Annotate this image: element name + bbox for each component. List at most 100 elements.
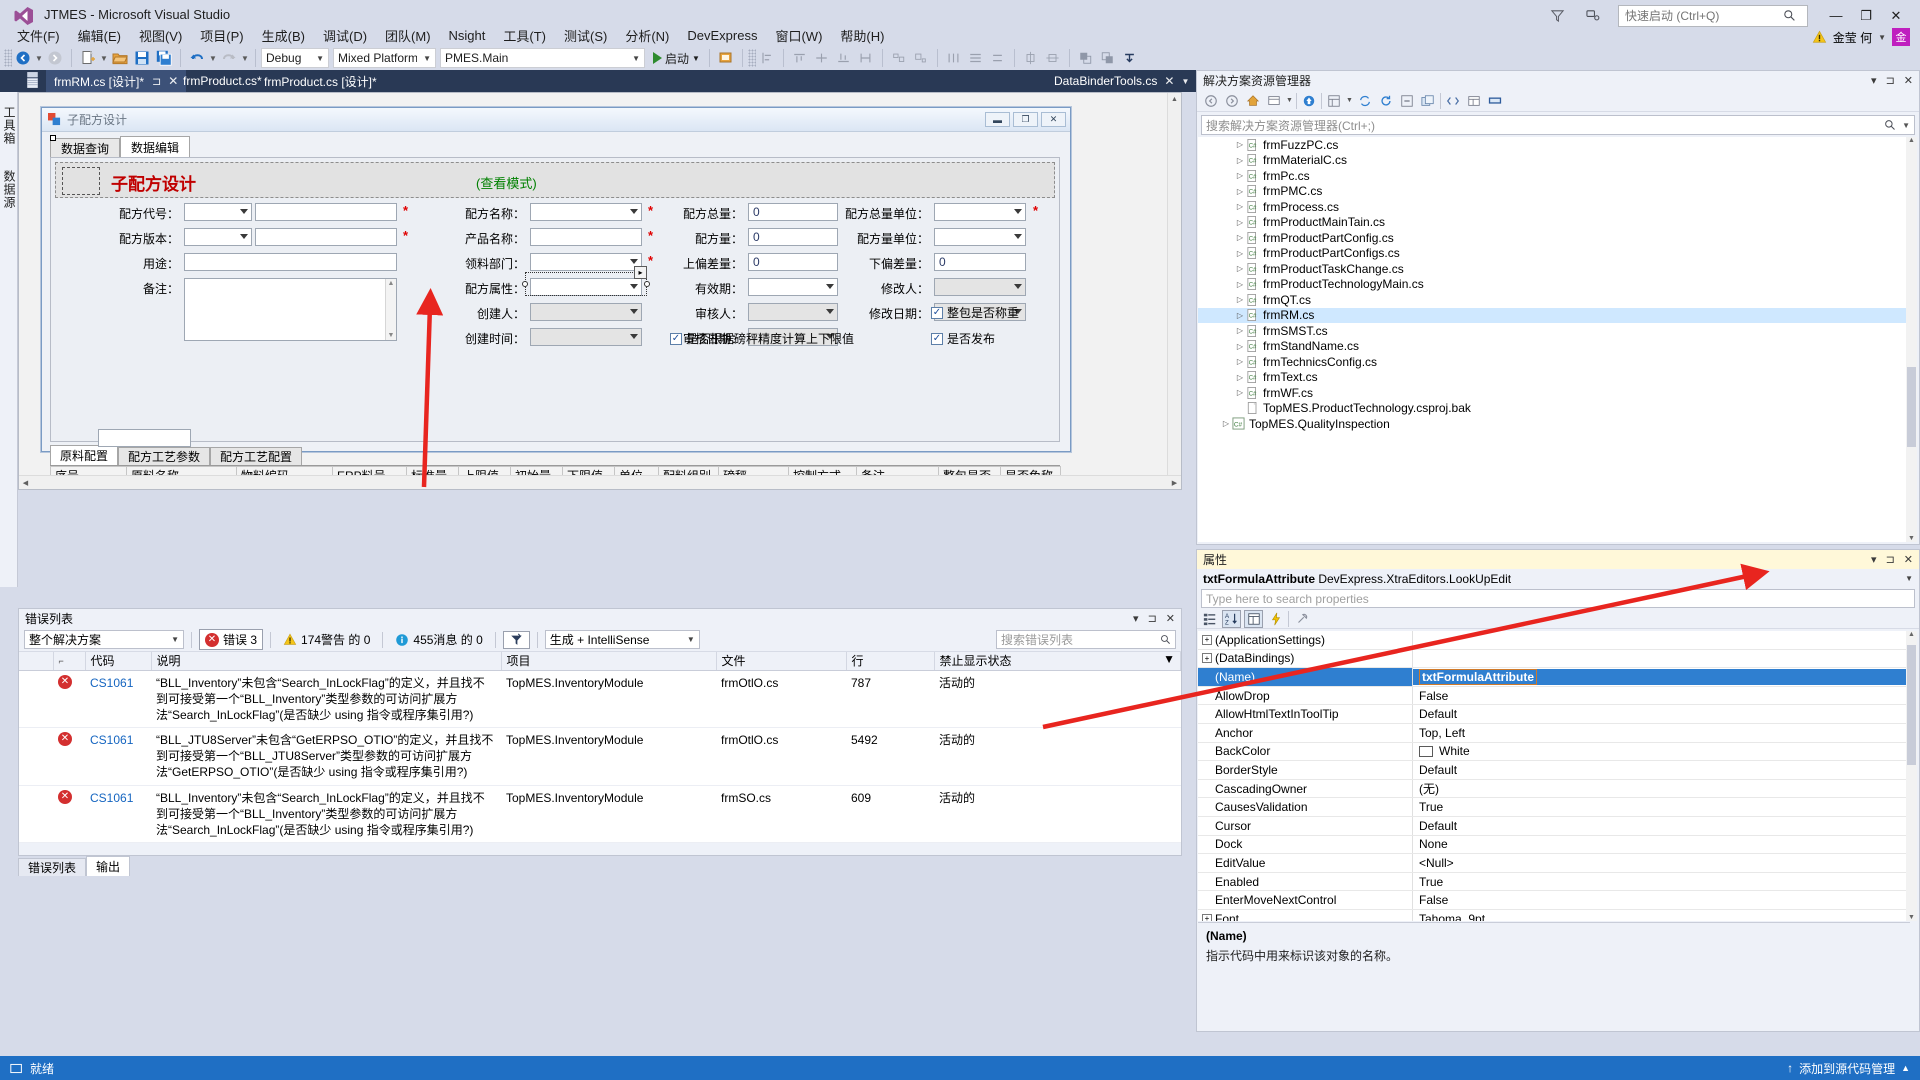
expander-icon[interactable]: + [1202,653,1212,664]
error-col-description[interactable]: 说明 [151,652,502,671]
properties-object-selector[interactable]: txtFormulaAttribute DevExpress.XtraEdito… [1197,569,1919,588]
expander-icon[interactable]: ▷ [1220,419,1232,428]
input-formula-version-text[interactable] [255,228,397,246]
pin-icon[interactable]: ⊐ [1148,612,1157,625]
minimize-button[interactable]: — [1822,4,1850,28]
checkbox-calc-by-scale-precision[interactable]: ✓ 是否根据磅秤精度计算上下限值 [670,330,854,347]
status-right[interactable]: ↑ 添加到源代码管理 ▲ [1787,1060,1910,1077]
input-total-quantity[interactable]: 0 [748,203,838,221]
input-remark-textarea[interactable]: ▲ ▼ [184,278,397,341]
property-row-anchor[interactable]: Anchor Top, Left [1198,723,1910,743]
input-upper-tolerance[interactable]: 0 [748,253,838,271]
undo-icon[interactable] [186,48,208,68]
smart-tag-glyph[interactable]: ▸ [634,266,647,279]
document-tab-databindertools[interactable]: DataBinderTools.cs ✕ ▼ [1046,70,1197,92]
table-row[interactable]: ✕ CS1061 “BLL_Inventory”未包含“Search_InLoc… [19,670,1181,729]
categorized-icon[interactable] [1200,610,1219,628]
bottom-tab-error-list[interactable]: 错误列表 [18,858,87,876]
error-col-sort-icon[interactable]: ⌐ [53,652,86,671]
close-icon[interactable]: ✕ [1166,612,1175,625]
filter-icon-button[interactable] [502,630,530,649]
chevron-up-icon[interactable]: ▲ [1901,1063,1910,1073]
expander-icon[interactable]: + [1202,913,1212,921]
chevron-down-icon[interactable]: ▾ [1133,612,1139,625]
solution-platform-combo[interactable]: Mixed Platform ▼ [333,48,436,68]
bottom-small-input[interactable] [98,429,191,447]
checkbox-whole-package-weigh[interactable]: ✓ 整包是否称重 [931,304,1019,321]
header-logo-placeholder[interactable] [62,167,100,195]
expander-icon[interactable]: ▷ [1234,373,1246,382]
menu-item-file[interactable]: 文件(F) [8,24,69,47]
tree-node-topmes-qualityinspection[interactable]: ▷ C# TopMES.QualityInspection [1198,416,1908,432]
warnings-filter-button[interactable]: 174警告 的 0 [278,630,375,649]
forward-icon[interactable] [1223,92,1241,110]
input-formula-name[interactable] [530,203,642,221]
selection-handle[interactable] [50,135,56,141]
tree-node-frmwf[interactable]: ▷ C# frmWF.cs [1198,385,1908,401]
menu-item-analyze[interactable]: 分析(N) [616,24,678,47]
toolbox-tab[interactable]: 工具箱 [1,106,18,145]
open-file-icon[interactable] [109,48,131,68]
pin-icon[interactable]: ⊐ [152,75,161,88]
expander-icon[interactable]: ▷ [1234,187,1246,196]
errors-filter-button[interactable]: ✕ 错误 3 [199,629,264,650]
chevron-down-icon[interactable]: ▼ [1902,121,1910,130]
input-creator[interactable] [530,303,642,321]
navigate-back-icon[interactable] [12,48,34,68]
property-row-allowhtmltextintooltip[interactable]: AllowHtmlTextInToolTip Default [1198,705,1910,724]
filter-icon[interactable]: ▼ [1163,652,1175,666]
property-row-name[interactable]: (Name) txtFormulaAttribute [1198,668,1910,687]
menu-item-build[interactable]: 生成(B) [253,24,314,47]
error-col-line[interactable]: 行 [846,652,935,671]
expander-icon[interactable]: ▷ [1234,295,1246,304]
expander-icon[interactable]: ▷ [1234,202,1246,211]
winform-maximize[interactable]: ❐ [1013,112,1038,127]
menu-item-team[interactable]: 团队(M) [376,24,440,47]
tab-list-chevron-icon[interactable]: ▼ [1181,77,1189,86]
property-row-editvalue[interactable]: EditValue <Null> [1198,854,1910,873]
source-control-label[interactable]: 添加到源代码管理 [1799,1060,1895,1077]
tree-node-frmmaterialc[interactable]: ▷ C# frmMaterialC.cs [1198,153,1908,169]
data-sources-tab[interactable]: 数据源 [1,170,18,209]
new-project-dropdown-icon[interactable]: ▼ [99,54,109,63]
winform-minimize[interactable]: ▬ [985,112,1010,127]
save-all-icon[interactable] [153,48,175,68]
input-create-time[interactable] [530,328,642,346]
tree-node-frmqt[interactable]: ▷ C# frmQT.cs [1198,292,1908,308]
avatar[interactable]: 金 [1892,28,1910,46]
pin-icon[interactable]: ⊐ [1886,74,1895,87]
menu-item-tools[interactable]: 工具(T) [494,24,555,47]
property-row-allowdrop[interactable]: AllowDrop False [1198,686,1910,706]
tree-node-frmtext[interactable]: ▷ C# frmText.cs [1198,370,1908,386]
chevron-down-icon[interactable]: ▾ [1871,553,1877,566]
back-icon[interactable] [1202,92,1220,110]
property-row-entermovenextcontrol[interactable]: EnterMoveNextControl False [1198,891,1910,910]
close-icon[interactable]: ✕ [1164,74,1174,88]
error-col-project[interactable]: 项目 [501,652,717,671]
save-icon[interactable] [131,48,153,68]
sync-icon[interactable] [1356,92,1374,110]
menu-item-project[interactable]: 项目(P) [191,24,252,47]
close-icon[interactable]: ✕ [1904,553,1913,566]
input-usage[interactable] [184,253,397,271]
quick-launch-input[interactable] [1623,7,1783,24]
account-name[interactable]: 金莹 何 [1833,29,1872,46]
collapse-all-icon[interactable] [1398,92,1416,110]
expander-icon[interactable]: ▷ [1234,311,1246,320]
property-row-cascadingowner[interactable]: CascadingOwner (无) [1198,779,1910,799]
property-row-dock[interactable]: Dock None [1198,835,1910,855]
expander-icon[interactable]: ▷ [1234,342,1246,351]
build-filter-combo[interactable]: 生成 + IntelliSense ▼ [544,630,700,649]
error-col-file[interactable]: 文件 [716,652,847,671]
tree-node-frmpmc[interactable]: ▷ C# frmPMC.cs [1198,184,1908,200]
expander-icon[interactable]: ▷ [1234,280,1246,289]
show-all-files-icon[interactable] [1419,92,1437,110]
error-col-suppression[interactable]: 禁止显示状态 ▼ [934,652,1181,671]
preview-selected-items-icon[interactable] [1486,92,1504,110]
menu-item-devexpress[interactable]: DevExpress [678,26,766,45]
tree-node-frmsmst[interactable]: ▷ C# frmSMST.cs [1198,323,1908,339]
input-total-quantity-unit[interactable] [934,203,1026,221]
events-icon[interactable] [1266,610,1285,628]
refresh-icon[interactable] [1377,92,1395,110]
expander-icon[interactable]: ▷ [1234,218,1246,227]
